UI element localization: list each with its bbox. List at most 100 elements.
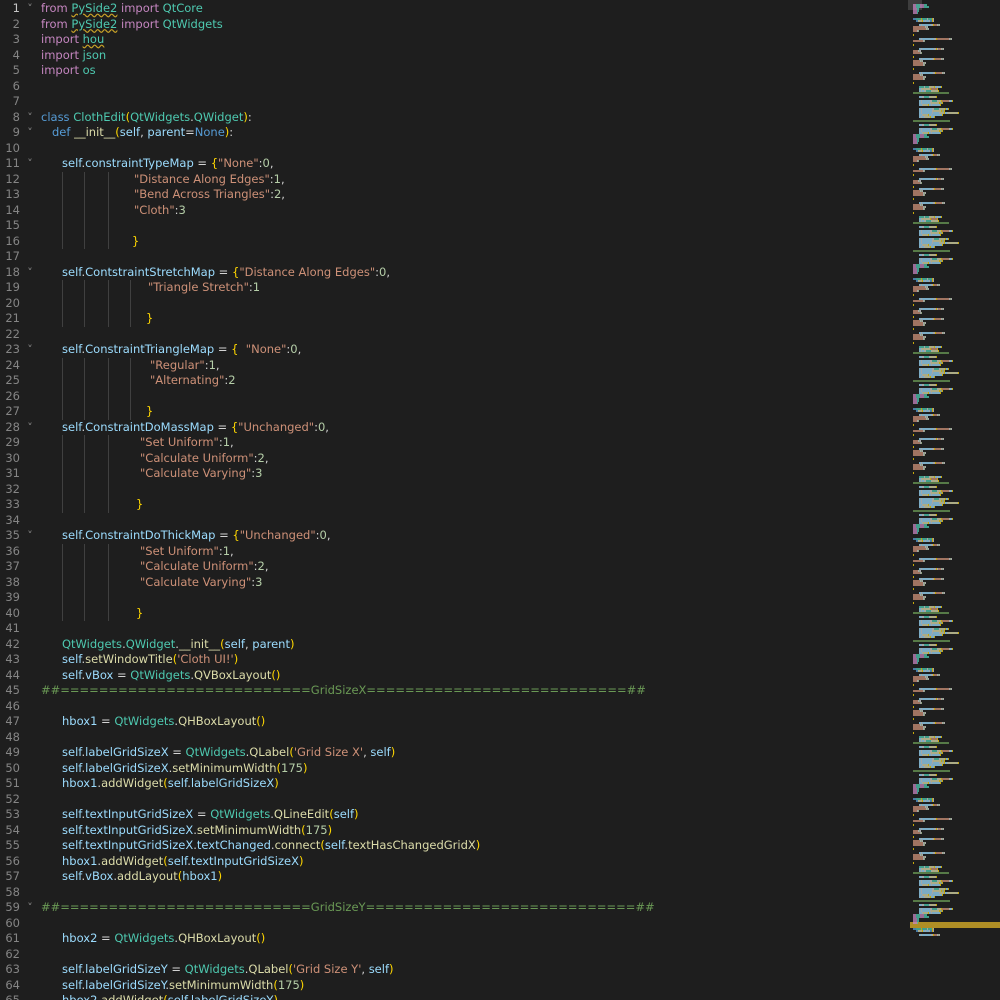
- code-line[interactable]: 63 self.labelGridSizeY = QtWidgets.QLabel…: [0, 962, 905, 978]
- fold-chevron-icon[interactable]: ˅: [24, 156, 36, 172]
- code-line[interactable]: 38 "Calculate Varying":3: [0, 574, 905, 590]
- code-token: 3: [255, 466, 263, 480]
- code-line[interactable]: 37 "Calculate Uniform":2,: [0, 559, 905, 575]
- code-line[interactable]: 6: [0, 79, 905, 95]
- code-line[interactable]: 42 QtWidgets.QWidget.__init__(self, paren…: [0, 637, 905, 653]
- code-line[interactable]: 52: [0, 792, 905, 808]
- fold-chevron-icon[interactable]: ˅: [24, 1, 36, 17]
- code-line[interactable]: 62: [0, 947, 905, 963]
- code-line[interactable]: 60: [0, 916, 905, 932]
- code-line[interactable]: 25 "Alternating":2: [0, 373, 905, 389]
- fold-chevron-icon[interactable]: ˅: [24, 110, 36, 126]
- fold-chevron-icon[interactable]: ˅: [24, 420, 36, 436]
- indent-guide: [108, 450, 109, 466]
- code-line[interactable]: 28 ˅ self.ConstraintDoMassMap = {"Unchange…: [0, 420, 905, 436]
- fold-chevron-icon[interactable]: ˅: [24, 528, 36, 544]
- minimap-token: [942, 362, 943, 364]
- code-line[interactable]: 43 self.setWindowTitle('Cloth UI!'): [0, 652, 905, 668]
- code-line[interactable]: 9 ˅ def __init__(self, parent=None):: [0, 125, 905, 141]
- code-line[interactable]: 27}: [0, 404, 905, 420]
- code-line[interactable]: 5 import os: [0, 63, 905, 79]
- code-line[interactable]: 48: [0, 730, 905, 746]
- code-line[interactable]: 61 hbox2 = QtWidgets.QHBoxLayout(): [0, 931, 905, 947]
- code-line[interactable]: 35 ˅ self.ConstraintDoThickMap = {"Unchang…: [0, 528, 905, 544]
- code-token: =: [168, 745, 186, 759]
- line-number: 19: [5, 280, 20, 294]
- code-line[interactable]: 58: [0, 885, 905, 901]
- code-line[interactable]: 34: [0, 513, 905, 529]
- code-line[interactable]: 41: [0, 621, 905, 637]
- code-line[interactable]: 17: [0, 249, 905, 265]
- minimap-token: [922, 828, 934, 830]
- code-line[interactable]: 22: [0, 327, 905, 343]
- fold-chevron-icon[interactable]: ˅: [24, 265, 36, 281]
- code-line[interactable]: 32: [0, 481, 905, 497]
- code-line[interactable]: 29 "Set Uniform":1,: [0, 435, 905, 451]
- minimap-token: [913, 718, 914, 720]
- fold-chevron-icon[interactable]: ˅: [24, 125, 36, 141]
- code-line[interactable]: 4 import json: [0, 48, 905, 64]
- code-token: self: [62, 342, 82, 356]
- minimap-token: [943, 568, 944, 570]
- code-line[interactable]: 1 ˅ from PySide2 import QtCore: [0, 1, 905, 17]
- minimap-token: [925, 582, 926, 584]
- minimap-token: [934, 376, 935, 378]
- code-line[interactable]: 49 self.labelGridSizeX = QtWidgets.QLabel…: [0, 745, 905, 761]
- code-line[interactable]: 36 "Set Uniform":1,: [0, 543, 905, 559]
- code-line[interactable]: 59 ˅ ##==========================GridSizeY…: [0, 900, 905, 916]
- code-line[interactable]: 47 hbox1 = QtWidgets.QHBoxLayout(): [0, 714, 905, 730]
- code-token: }: [136, 605, 144, 620]
- code-token: self: [62, 977, 82, 992]
- fold-chevron-icon[interactable]: ˅: [24, 900, 36, 916]
- code-line[interactable]: 53 self.textInputGridSizeX = QtWidgets.QL…: [0, 807, 905, 823]
- minimap[interactable]: [905, 0, 1000, 1000]
- code-line[interactable]: 46: [0, 699, 905, 715]
- code-line[interactable]: 12 "Distance Along Edges":1,: [0, 171, 905, 187]
- code-line[interactable]: 3 import hou: [0, 32, 905, 48]
- code-line[interactable]: 56 hbox1.addWidget(self.textInputGridSize…: [0, 854, 905, 870]
- code-line[interactable]: 14 "Cloth":3: [0, 202, 905, 218]
- code-line[interactable]: 11 ˅ self.constraintTypeMap = {"None":0,: [0, 156, 905, 172]
- code-line[interactable]: 31 "Calculate Varying":3: [0, 466, 905, 482]
- minimap-token: [941, 606, 942, 608]
- code-line[interactable]: 26: [0, 388, 905, 404]
- code-line[interactable]: 51 hbox1.addWidget(self.labelGridSizeX): [0, 776, 905, 792]
- code-line[interactable]: 44 self.vBox = QtWidgets.QVBoxLayout(): [0, 668, 905, 684]
- code-line[interactable]: 7: [0, 94, 905, 110]
- code-token: QtCore: [162, 1, 203, 15]
- code-line[interactable]: 54 self.textInputGridSizeX.setMinimumWidt…: [0, 823, 905, 839]
- code-line[interactable]: 16}: [0, 233, 905, 249]
- code-line[interactable]: 40}: [0, 605, 905, 621]
- code-line[interactable]: 10: [0, 141, 905, 157]
- code-text: hbox1.addWidget(self.labelGridSizeX): [62, 776, 279, 792]
- code-editor[interactable]: 1 ˅ from PySide2 import QtCore 2 from PySide…: [0, 0, 905, 1000]
- fold-chevron-icon[interactable]: ˅: [24, 342, 36, 358]
- minimap-token: [948, 368, 949, 370]
- code-line[interactable]: 18 ˅ self.ContstraintStretchMap = {"Distan…: [0, 265, 905, 281]
- minimap-token: [925, 726, 926, 728]
- code-line[interactable]: 39: [0, 590, 905, 606]
- code-line[interactable]: 33}: [0, 497, 905, 513]
- code-line[interactable]: 50 self.labelGridSizeX.setMinimumWidth(17…: [0, 761, 905, 777]
- code-line[interactable]: 55 self.textInputGridSizeX.textChanged.co…: [0, 838, 905, 854]
- code-line[interactable]: 8 ˅ class ClothEdit(QtWidgets.QWidget):: [0, 110, 905, 126]
- indent-guide: [62, 280, 63, 296]
- code-line[interactable]: 24 "Regular":1,: [0, 357, 905, 373]
- code-line[interactable]: 13 "Bend Across Triangles":2,: [0, 187, 905, 203]
- code-line[interactable]: 20: [0, 295, 905, 311]
- code-text: self.ConstraintDoMassMap = {"Unchanged":…: [62, 420, 329, 436]
- code-line[interactable]: 64 self.labelGridSizeY.setMinimumWidth(17…: [0, 978, 905, 994]
- code-line[interactable]: 21}: [0, 311, 905, 327]
- code-line[interactable]: 30 "Calculate Uniform":2,: [0, 450, 905, 466]
- minimap-token: [932, 494, 940, 496]
- code-line[interactable]: 57 self.vBox.addLayout(hbox1): [0, 869, 905, 885]
- code-line[interactable]: 65 hbox2.addWidget(self.labelGridSizeY): [0, 993, 905, 1000]
- code-line[interactable]: 19 "Triangle Stretch":1: [0, 280, 905, 296]
- code-token: =: [213, 419, 231, 434]
- line-number: 57: [5, 869, 20, 883]
- minimap-token: [941, 476, 942, 478]
- code-line[interactable]: 45 ##==========================GridSizeX=…: [0, 683, 905, 699]
- code-line[interactable]: 23 ˅ self.ConstraintTriangleMap = { "None"…: [0, 342, 905, 358]
- code-line[interactable]: 2 from PySide2 import QtWidgets: [0, 17, 905, 33]
- code-line[interactable]: 15: [0, 218, 905, 234]
